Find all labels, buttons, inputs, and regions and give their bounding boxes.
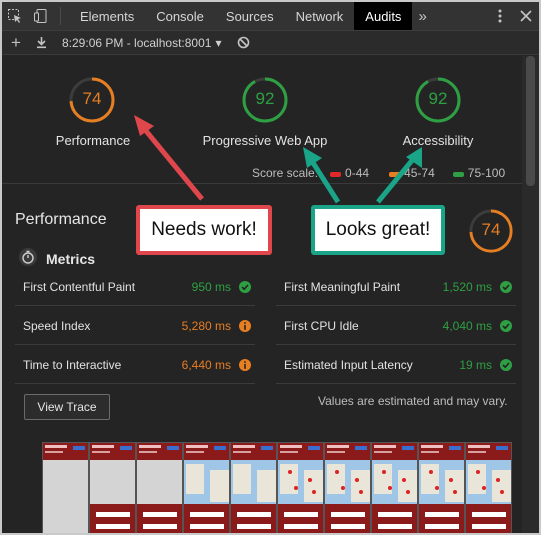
annotation-arrows [134, 115, 422, 204]
arrow-to-accessibility [376, 147, 422, 204]
arrow-to-pwa [303, 147, 341, 204]
devtools-window: Elements Console Sources Network Audits … [0, 0, 541, 535]
callout-looks-great: Looks great! [311, 205, 445, 255]
callout-needs-work: Needs work! [136, 205, 272, 255]
arrow-to-performance [134, 115, 204, 201]
